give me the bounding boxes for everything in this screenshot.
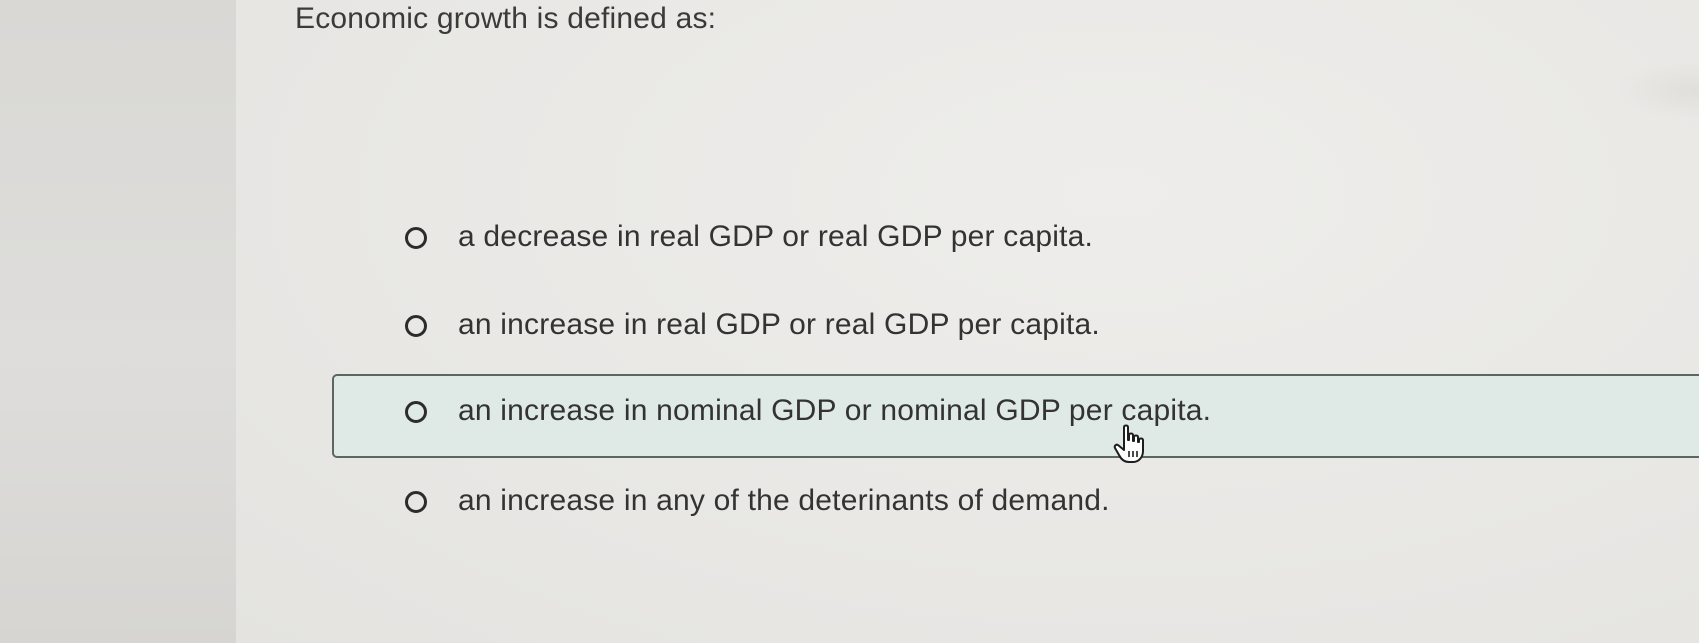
answer-option-a[interactable]: a decrease in real GDP or real GDP per c…	[0, 198, 1699, 286]
radio-button-icon[interactable]	[405, 315, 427, 337]
screen-glare	[1616, 60, 1699, 120]
answer-option-label[interactable]: a decrease in real GDP or real GDP per c…	[458, 220, 1093, 254]
answer-option-label[interactable]: an increase in any of the deterinants of…	[458, 484, 1110, 518]
radio-button-icon[interactable]	[405, 491, 427, 513]
answer-option-label[interactable]: an increase in nominal GDP or nominal GD…	[458, 394, 1211, 428]
answer-option-c[interactable]: an increase in nominal GDP or nominal GD…	[0, 372, 1699, 460]
radio-button-icon[interactable]	[405, 227, 427, 249]
radio-button-icon[interactable]	[405, 401, 427, 423]
question-text: Economic growth is defined as:	[295, 2, 717, 35]
answer-option-b[interactable]: an increase in real GDP or real GDP per …	[0, 286, 1699, 374]
answer-option-label[interactable]: an increase in real GDP or real GDP per …	[458, 308, 1100, 342]
pointer-hand-cursor-icon	[1113, 424, 1144, 463]
answer-option-d[interactable]: an increase in any of the deterinants of…	[0, 462, 1699, 550]
